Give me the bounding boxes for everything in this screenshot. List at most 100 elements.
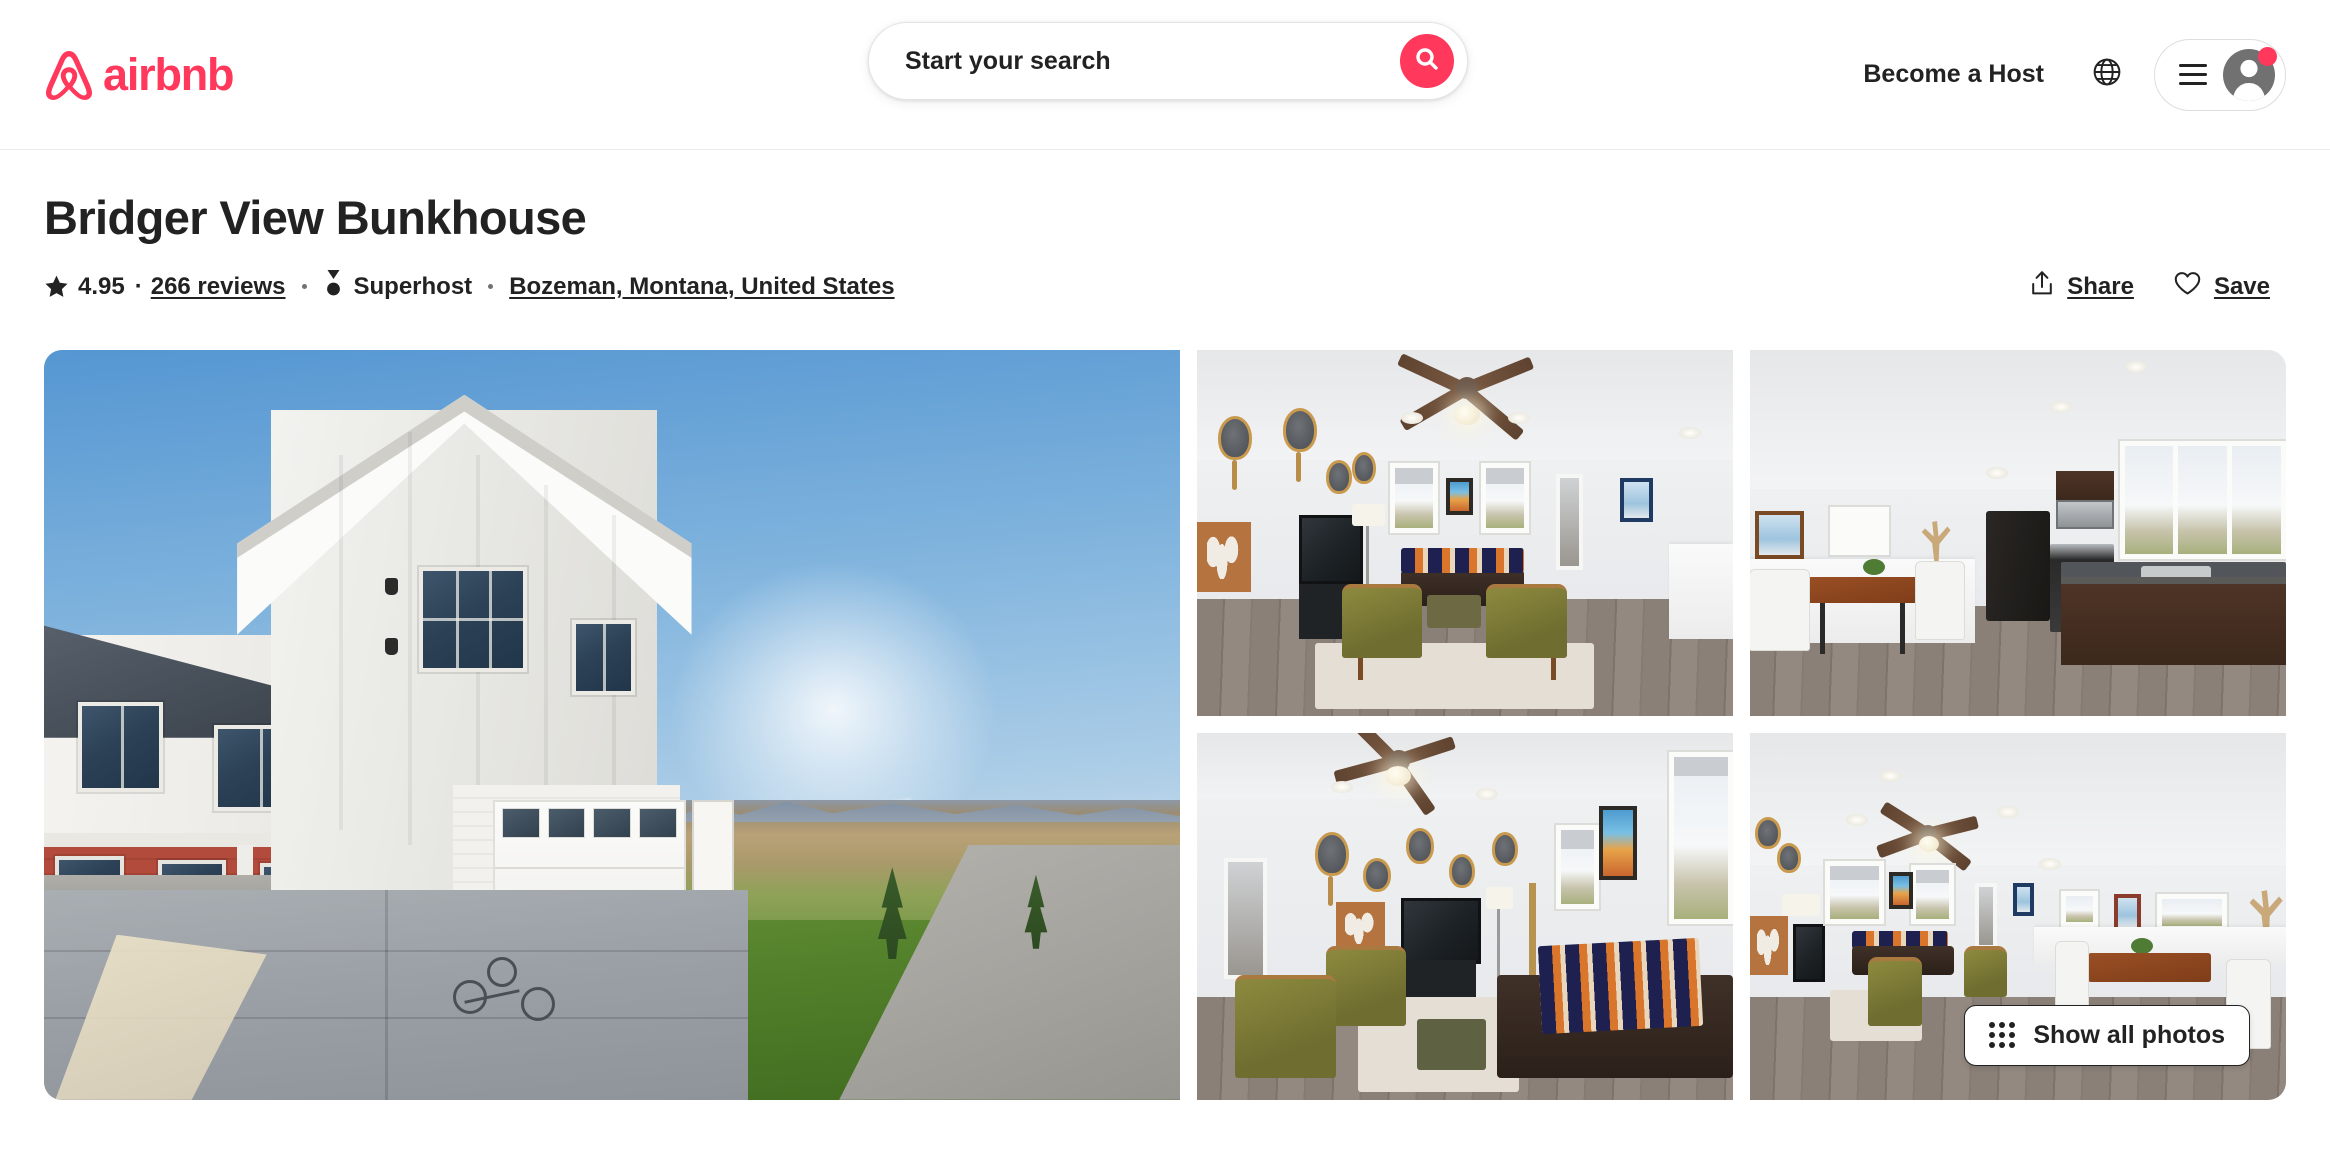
window (418, 567, 527, 673)
fishing-net-decor (1406, 828, 1435, 865)
window (572, 619, 635, 695)
location-link[interactable]: Bozeman, Montana, United States (509, 273, 894, 301)
window (1910, 865, 1954, 924)
recessed-light (1679, 426, 1702, 439)
meta-separator: · (134, 272, 143, 300)
header-actions: Become a Host (1845, 38, 2286, 111)
meta-dot (301, 284, 307, 290)
television (1792, 923, 1826, 983)
fishing-net-decor (1491, 832, 1518, 867)
gallery-photo-great-room[interactable]: Show all photos (1750, 733, 2286, 1100)
armchair (1964, 945, 2008, 998)
floor-lamp-shade (1782, 894, 1820, 917)
share-button[interactable]: Share (2014, 260, 2150, 313)
recessed-light (2125, 360, 2148, 373)
fishing-net-decor (1363, 857, 1392, 892)
potted-plant (2130, 938, 2153, 955)
notification-badge (2258, 46, 2277, 66)
fishing-net-decor (1218, 415, 1253, 460)
show-all-photos-button[interactable]: Show all photos (1964, 1004, 2250, 1066)
search-icon (1415, 47, 1439, 76)
search-bar[interactable]: Start your search (868, 22, 1468, 100)
dining-chair (1750, 569, 1809, 651)
gallery-photo-hero[interactable] (44, 349, 1180, 1100)
armchair (1486, 584, 1567, 658)
window (1481, 463, 1530, 533)
canoe-paddle (1529, 883, 1537, 979)
garage-windows (495, 807, 684, 839)
fishing-net-decor (1282, 408, 1317, 453)
floor-lamp-pole (1497, 909, 1501, 983)
window (2157, 894, 2228, 932)
floor-lamp-pole (1365, 525, 1369, 592)
window (1556, 824, 1599, 910)
floor-lamp-shade (1486, 887, 1514, 910)
table-leg (1819, 602, 1825, 654)
patterned-blanket (1400, 547, 1524, 574)
avatar[interactable] (2223, 46, 2277, 101)
lower-cabinets (2060, 576, 2286, 665)
listing-actions: Share Save (2014, 260, 2286, 313)
framed-poster (1889, 872, 1914, 910)
recessed-light (2039, 857, 2062, 870)
table-leg (1900, 602, 1906, 654)
doorway (1556, 474, 1583, 570)
site-header: airbnb Start your search Become a Host (0, 0, 2330, 150)
airbnb-belo-icon (44, 48, 94, 102)
fishing-net-decor (1776, 843, 1801, 874)
listing-header: Bridger View Bunkhouse 4.95 · 266 review… (0, 192, 2330, 306)
doorway (1975, 883, 1997, 950)
fishing-net-decor (1448, 854, 1475, 889)
grid-dots-icon (1989, 1022, 2016, 1049)
window (1389, 463, 1439, 533)
save-button[interactable]: Save (2158, 261, 2286, 313)
superhost-label: Superhost (353, 272, 473, 300)
superhost-medal-icon (323, 269, 344, 304)
reviews-link[interactable]: 266 reviews (151, 273, 286, 301)
recessed-light (1846, 813, 1869, 826)
armchair (1867, 956, 1922, 1027)
window (1825, 861, 1884, 924)
gallery-photo-living-room-2[interactable] (1197, 733, 1733, 1100)
page-title: Bridger View Bunkhouse (44, 191, 587, 244)
heart-icon (2174, 271, 2201, 303)
search-input[interactable]: Start your search (869, 47, 1400, 76)
ceiling-fan-light (1454, 404, 1481, 425)
window (1668, 751, 1733, 924)
recessed-light (1507, 411, 1530, 424)
gallery-photo-living-room-1[interactable] (1197, 349, 1733, 717)
superhost-badge: Superhost (323, 269, 473, 304)
listing-meta-row: 4.95 · 266 reviews Superhost Bozeman, Mo… (44, 268, 2286, 306)
television (1400, 898, 1482, 965)
patterned-blanket (1537, 937, 1704, 1035)
armchair (1341, 584, 1423, 658)
hamburger-menu-icon[interactable] (2179, 64, 2207, 85)
recessed-light (2050, 400, 2073, 413)
dining-table (2087, 953, 2211, 983)
floor-lamp-shade (1352, 503, 1385, 526)
airbnb-logo[interactable]: airbnb (44, 48, 235, 102)
wall-sconce (384, 578, 398, 596)
globe-icon (2092, 57, 2122, 92)
ceiling-fan-light (1918, 835, 1939, 852)
search-button[interactable] (1400, 34, 1454, 88)
framed-poster (1599, 806, 1637, 880)
window (78, 702, 164, 793)
become-a-host-link[interactable]: Become a Host (1845, 46, 2062, 103)
window (1830, 507, 1890, 555)
fishing-net-handle (1231, 459, 1237, 490)
meta-dot (488, 284, 494, 290)
fishing-net-handle (1328, 876, 1334, 907)
upper-cabinet (2055, 470, 2115, 500)
armchair (1325, 945, 1407, 1027)
cork-world-map (1750, 916, 1788, 976)
chair-leg (1550, 657, 1556, 680)
framed-art (1755, 510, 1804, 559)
potted-plant (1862, 558, 1885, 575)
show-all-photos-label: Show all photos (2033, 1020, 2225, 1049)
language-globe-button[interactable] (2078, 46, 2136, 104)
share-icon (2030, 270, 2054, 303)
gallery-photo-kitchen[interactable] (1750, 349, 2286, 717)
fishing-net-decor (1314, 832, 1349, 877)
profile-menu-button[interactable] (2154, 38, 2286, 111)
